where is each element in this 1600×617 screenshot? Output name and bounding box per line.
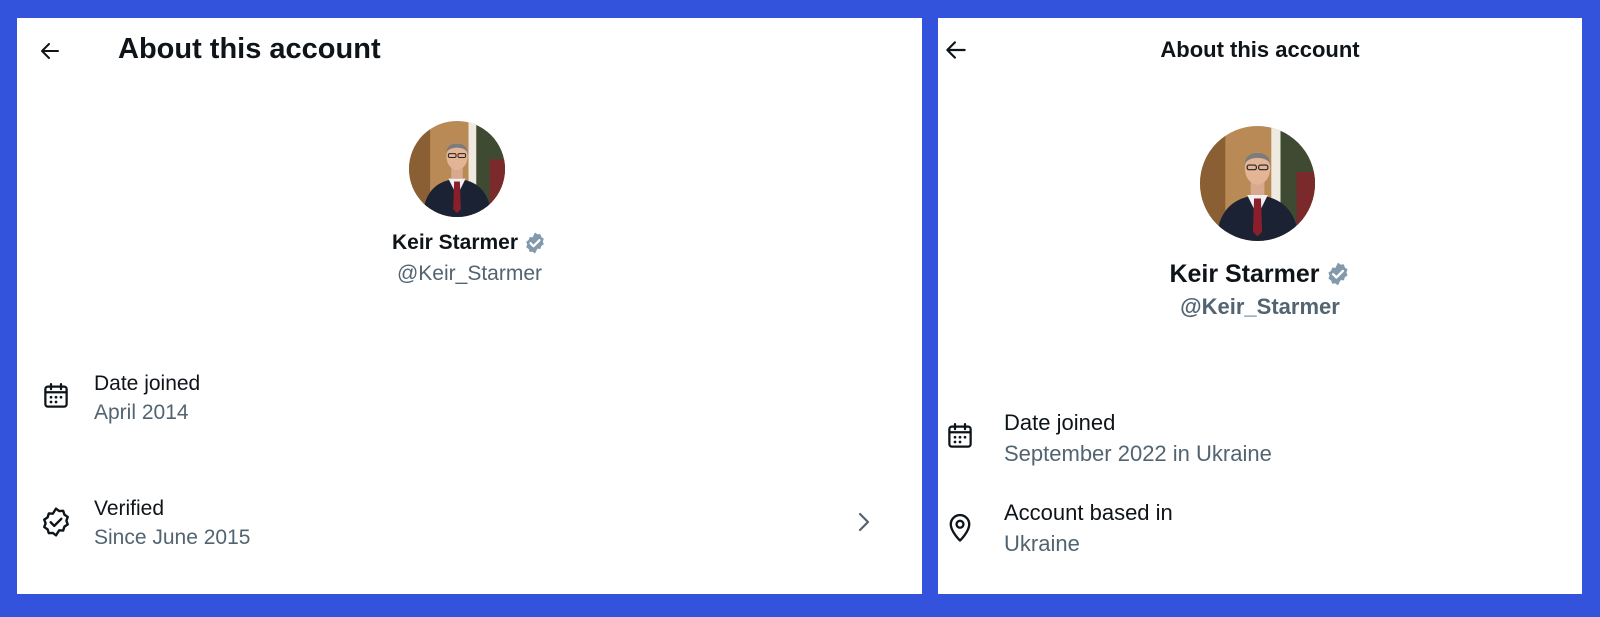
date-joined-label: Date joined [94,372,201,395]
date-joined-row: Date joined April 2014 [37,369,200,427]
profile-name: Keir Starmer [391,231,519,254]
date-joined-row: Date joined September 2022 in Ukraine [944,407,1272,469]
chevron-right-icon[interactable] [853,508,875,541]
back-button[interactable] [32,33,68,69]
page-title: About this account [118,33,381,65]
calendar-icon [37,369,74,427]
profile-name-row: Keir Starmer [17,230,922,256]
verified-value: Since June 2015 [94,526,251,549]
page-title: About this account [1160,37,1360,62]
about-account-panel-right: About this account Keir Starmer @Keir_St… [938,18,1582,594]
profile-name: Keir Starmer [1169,259,1320,288]
verified-badge-icon [1325,261,1351,287]
location-pin-icon [944,497,976,559]
verified-label: Verified [94,497,165,520]
about-account-panel-left: About this account Keir Starmer @Keir_St… [17,18,922,594]
verified-row[interactable]: Verified Since June 2015 [37,494,907,552]
account-based-in-row: Account based in Ukraine [944,497,1173,559]
back-arrow-icon [41,43,59,59]
profile-avatar [1200,126,1315,241]
profile-handle: @Keir_Starmer [1180,294,1340,319]
profile-handle: @Keir_Starmer [396,262,543,285]
account-based-in-label: Account based in [1004,500,1173,525]
account-based-in-value: Ukraine [1004,531,1080,556]
verified-outline-icon [37,494,74,552]
date-joined-label: Date joined [1004,410,1116,435]
calendar-icon [944,407,976,469]
verified-badge-icon [523,231,547,255]
date-joined-value: September 2022 in Ukraine [1004,441,1272,466]
date-joined-value: April 2014 [94,401,189,424]
profile-name-row: Keir Starmer [938,258,1582,290]
profile-avatar [409,121,505,217]
